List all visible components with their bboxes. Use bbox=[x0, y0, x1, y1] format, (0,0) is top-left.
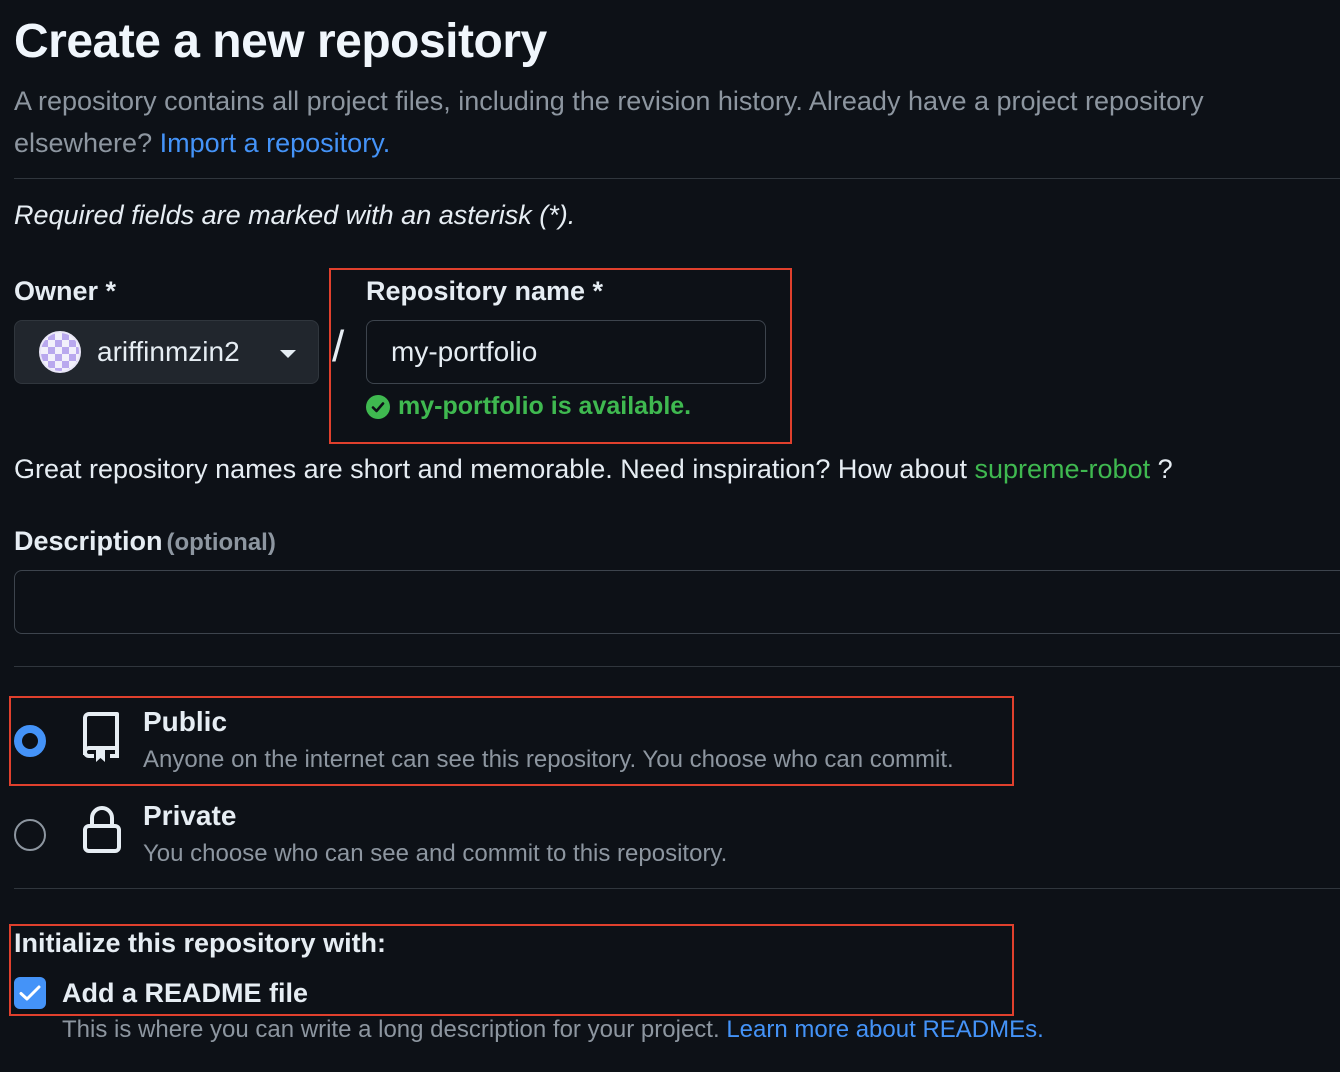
repo-icon bbox=[80, 710, 122, 767]
description-label-text: Description bbox=[14, 526, 163, 556]
readme-description: This is where you can write a long descr… bbox=[62, 1016, 720, 1043]
optional-tag: (optional) bbox=[166, 529, 276, 556]
availability-message: my-portfolio is available. bbox=[366, 392, 691, 421]
readme-checkbox[interactable] bbox=[14, 977, 46, 1009]
owner-label: Owner * bbox=[14, 276, 117, 306]
page-intro: A repository contains all project files,… bbox=[14, 80, 1334, 164]
private-title: Private bbox=[143, 800, 237, 831]
divider bbox=[14, 178, 1340, 179]
check-icon bbox=[19, 985, 41, 1001]
check-circle-icon bbox=[366, 394, 390, 419]
private-description: You choose who can see and commit to thi… bbox=[143, 840, 728, 867]
import-repository-link[interactable]: Import a repository. bbox=[160, 128, 391, 158]
caret-down-icon bbox=[280, 350, 296, 358]
readme-label[interactable]: Add a README file bbox=[62, 978, 308, 1009]
name-suggestion: Great repository names are short and mem… bbox=[14, 454, 1173, 485]
suggestion-text: Great repository names are short and mem… bbox=[14, 454, 967, 484]
divider bbox=[14, 888, 1340, 889]
page-title: Create a new repository bbox=[14, 15, 547, 68]
suggested-name-link[interactable]: supreme-robot bbox=[975, 454, 1151, 484]
owner-dropdown[interactable]: ariffinmzin2 bbox=[14, 320, 319, 384]
readme-help: This is where you can write a long descr… bbox=[62, 1016, 1044, 1044]
public-radio[interactable] bbox=[14, 725, 46, 757]
learn-more-readmes-link[interactable]: Learn more about READMEs. bbox=[726, 1016, 1043, 1043]
initialize-heading: Initialize this repository with: bbox=[14, 928, 387, 958]
public-description: Anyone on the internet can see this repo… bbox=[143, 746, 954, 773]
divider bbox=[14, 666, 1340, 667]
public-title: Public bbox=[143, 706, 228, 737]
suggestion-suffix: ? bbox=[1157, 454, 1173, 484]
description-input[interactable] bbox=[14, 570, 1340, 634]
lock-icon bbox=[82, 806, 122, 859]
repository-name-input[interactable] bbox=[366, 320, 766, 384]
description-label: Description (optional) bbox=[14, 526, 276, 557]
private-radio[interactable] bbox=[14, 819, 46, 851]
owner-name: ariffinmzin2 bbox=[97, 336, 240, 367]
avatar bbox=[39, 331, 81, 373]
availability-text: my-portfolio is available. bbox=[398, 392, 692, 420]
repository-name-label: Repository name * bbox=[366, 276, 604, 306]
required-fields-note: Required fields are marked with an aster… bbox=[14, 200, 576, 230]
